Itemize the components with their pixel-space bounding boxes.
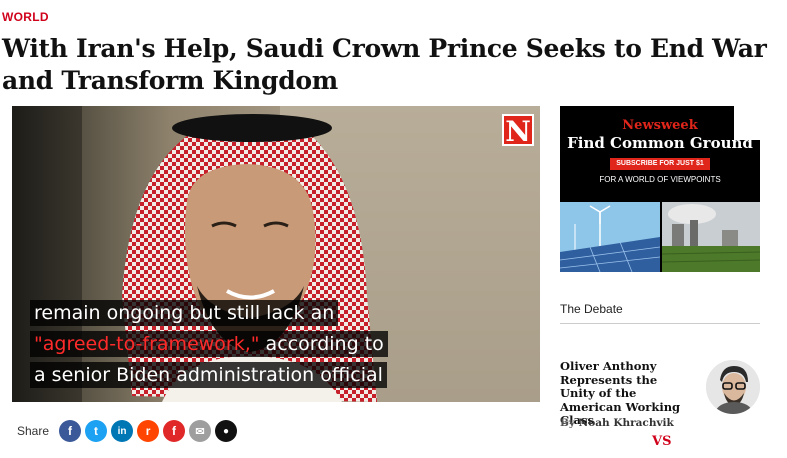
caption-highlight: "agreed-to-framework," — [34, 333, 260, 355]
flipboard-icon[interactable]: f — [163, 420, 186, 442]
twitter-icon[interactable]: t — [85, 420, 108, 442]
facebook-icon[interactable]: f — [59, 420, 82, 442]
ad-brand: Newsweek — [622, 118, 698, 133]
ad-subscribe-button[interactable]: SUBSCRIBE FOR JUST $1 — [610, 158, 710, 170]
ad-title: Find Common Ground — [567, 134, 753, 152]
comment-icon[interactable]: ● — [215, 420, 238, 442]
video-player[interactable]: N remain ongoing but still lack an "agre… — [12, 106, 540, 402]
caption-line-2: "agreed-to-framework," according to — [30, 331, 388, 357]
reddit-icon[interactable]: r — [137, 420, 160, 442]
newsweek-logo: N — [502, 114, 534, 148]
caption-line-1: remain ongoing but still lack an — [30, 300, 339, 326]
linkedin-icon[interactable]: in — [111, 420, 134, 442]
caption-line-2-rest: according to — [259, 333, 384, 355]
ad-solar-image — [560, 202, 660, 272]
email-icon[interactable]: ✉ — [189, 420, 212, 442]
section-title-the-debate[interactable]: The Debate — [560, 302, 623, 316]
share-label: Share — [17, 424, 50, 438]
author-avatar[interactable] — [706, 360, 760, 414]
story-byline: By Noah Khrachvik — [560, 417, 674, 429]
advertisement[interactable]: Newsweek Find Common Ground SUBSCRIBE FO… — [560, 106, 760, 272]
author-avatar-image — [706, 360, 760, 414]
share-bar: Share f t in r f ✉ ● — [17, 420, 241, 442]
ad-factory-image — [662, 202, 760, 272]
article-headline: With Iran's Help, Saudi Crown Prince See… — [2, 34, 767, 95]
vs-label: VS — [652, 434, 672, 449]
category-label[interactable]: WORLD — [2, 10, 49, 24]
video-subject-image — [122, 114, 377, 402]
section-divider — [560, 323, 760, 324]
byline-author[interactable]: Noah Khrachvik — [579, 417, 674, 429]
ad-subtitle: FOR A WORLD OF VIEWPOINTS — [599, 175, 721, 184]
byline-prefix: By — [560, 417, 579, 429]
caption-line-3: a senior Biden administration official — [30, 362, 387, 388]
